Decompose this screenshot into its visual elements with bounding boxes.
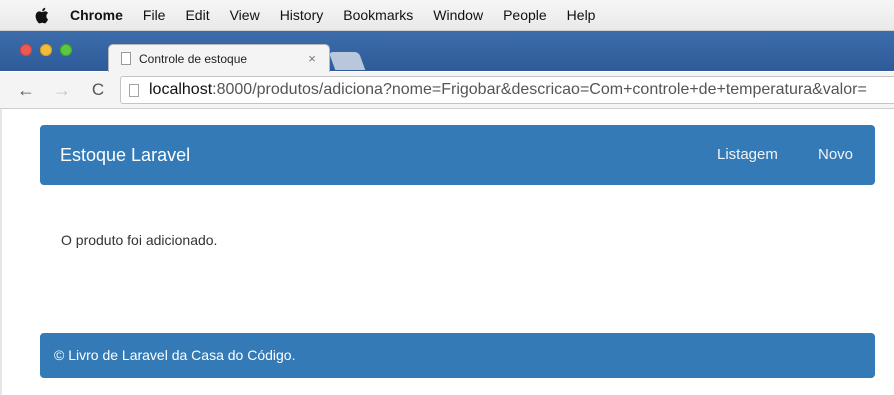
forward-arrow-icon[interactable]: → bbox=[50, 78, 74, 102]
site-navbar: Estoque Laravel Listagem Novo bbox=[40, 125, 875, 185]
success-message: O produto foi adicionado. bbox=[61, 232, 218, 248]
browser-toolbar: ← → C localhost:8000/produtos/adiciona?n… bbox=[0, 72, 894, 109]
close-window-button[interactable] bbox=[20, 44, 32, 56]
apple-icon[interactable] bbox=[34, 6, 50, 24]
menu-help[interactable]: Help bbox=[567, 7, 596, 23]
page-icon bbox=[129, 83, 139, 97]
nav-link-listagem[interactable]: Listagem bbox=[717, 146, 778, 163]
footer-text: © Livro de Laravel da Casa do Código. bbox=[54, 347, 296, 363]
navbar-brand[interactable]: Estoque Laravel bbox=[60, 145, 190, 166]
macos-menu-bar: Chrome File Edit View History Bookmarks … bbox=[0, 0, 894, 31]
tab-close-icon[interactable]: × bbox=[303, 51, 321, 66]
menu-chrome[interactable]: Chrome bbox=[70, 7, 123, 23]
window-edge bbox=[0, 109, 2, 395]
new-tab-button[interactable] bbox=[328, 52, 366, 70]
menu-people[interactable]: People bbox=[503, 7, 547, 23]
url-host: localhost bbox=[149, 81, 213, 98]
back-arrow-icon[interactable]: ← bbox=[14, 78, 38, 102]
menu-history[interactable]: History bbox=[280, 7, 324, 23]
nav-link-novo[interactable]: Novo bbox=[818, 146, 853, 163]
site-footer: © Livro de Laravel da Casa do Código. bbox=[40, 333, 875, 378]
page-icon bbox=[121, 52, 131, 65]
menu-edit[interactable]: Edit bbox=[185, 7, 209, 23]
address-bar[interactable]: localhost:8000/produtos/adiciona?nome=Fr… bbox=[120, 76, 894, 104]
menu-window[interactable]: Window bbox=[433, 7, 483, 23]
url-path: :8000/produtos/adiciona?nome=Frigobar&de… bbox=[212, 81, 867, 98]
menu-bookmarks[interactable]: Bookmarks bbox=[343, 7, 413, 23]
menu-file[interactable]: File bbox=[143, 7, 166, 23]
menu-view[interactable]: View bbox=[230, 7, 260, 23]
minimize-window-button[interactable] bbox=[40, 44, 52, 56]
tab-title: Controle de estoque bbox=[139, 51, 248, 66]
zoom-window-button[interactable] bbox=[60, 44, 72, 56]
tab-controle-de-estoque[interactable]: Controle de estoque × bbox=[108, 44, 330, 72]
reload-icon[interactable]: C bbox=[86, 78, 110, 102]
